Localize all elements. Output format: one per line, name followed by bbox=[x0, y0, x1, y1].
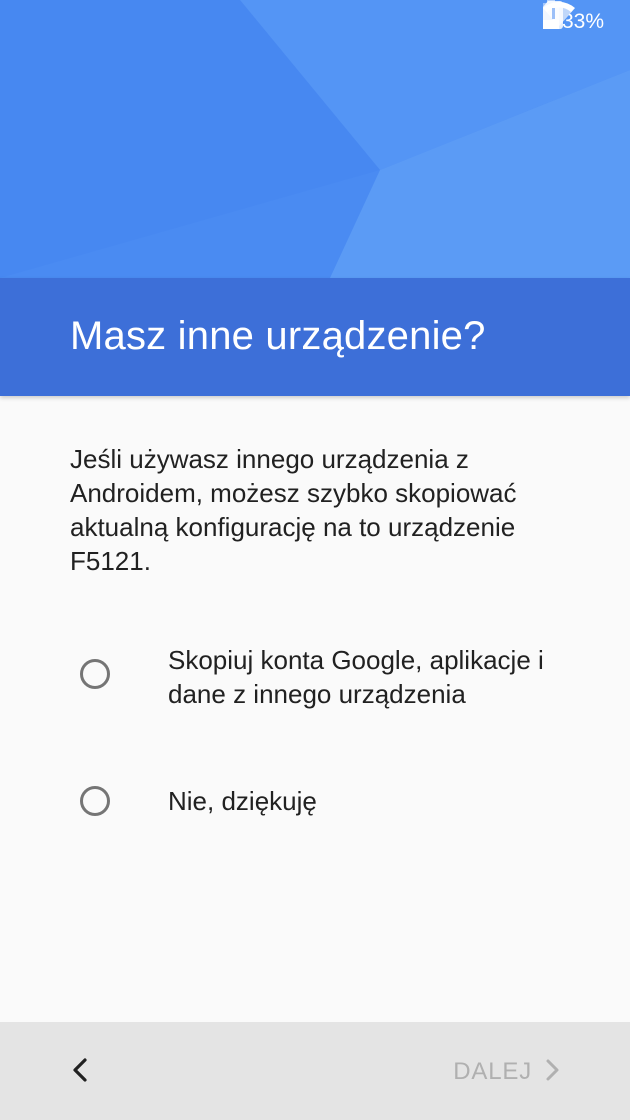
radio-button-no-thanks[interactable] bbox=[80, 786, 110, 816]
bottom-navigation-bar: DALEJ bbox=[0, 1022, 630, 1120]
chevron-left-icon bbox=[70, 1057, 90, 1088]
radio-button-copy[interactable] bbox=[80, 659, 110, 689]
next-button[interactable]: DALEJ bbox=[453, 1050, 560, 1094]
status-bar: 33% bbox=[542, 0, 630, 44]
page-title: Masz inne urządzenie? bbox=[70, 314, 486, 358]
hero-background: 33% bbox=[0, 0, 630, 278]
option-label-no-thanks: Nie, dziękuję bbox=[168, 786, 317, 816]
next-button-label: DALEJ bbox=[453, 1058, 532, 1085]
description-text: Jeśli używasz innego urządzenia z Androi… bbox=[70, 444, 517, 576]
setup-screen: 33% Masz inne urządzenie? Jeśli używasz … bbox=[0, 0, 630, 1120]
option-label-copy: Skopiuj konta Google, aplikacje i dane z… bbox=[168, 645, 544, 709]
back-button[interactable] bbox=[60, 1050, 100, 1094]
hero-shapes bbox=[0, 0, 630, 278]
option-copy-from-device[interactable]: Skopiuj konta Google, aplikacje i dane z… bbox=[0, 640, 630, 720]
option-no-thanks[interactable]: Nie, dziękuję bbox=[0, 780, 630, 824]
chevron-right-icon bbox=[544, 1058, 560, 1087]
title-band: Masz inne urządzenie? bbox=[0, 278, 630, 396]
